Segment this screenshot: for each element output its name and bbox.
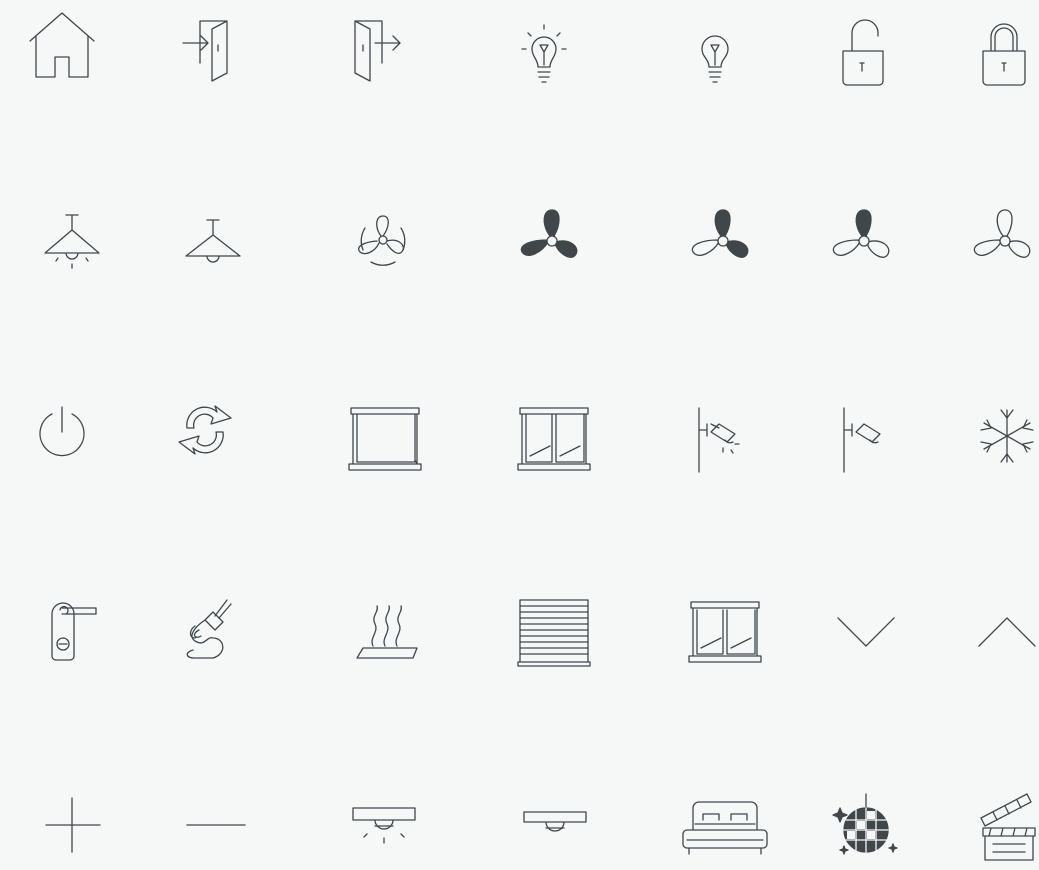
plus-icon[interactable] bbox=[12, 770, 112, 870]
padlock-open-icon[interactable] bbox=[806, 0, 906, 95]
home-icon[interactable] bbox=[12, 0, 112, 95]
refresh-icon[interactable] bbox=[155, 380, 255, 480]
door-enter-icon[interactable] bbox=[155, 0, 255, 95]
wall-spotlight-off-icon[interactable] bbox=[806, 380, 906, 480]
door-hanger-do-not-disturb-icon[interactable] bbox=[12, 572, 112, 672]
padlock-closed-icon[interactable] bbox=[947, 0, 1039, 95]
ceiling-light-on-icon[interactable] bbox=[325, 770, 425, 870]
fan-off-icon[interactable] bbox=[947, 186, 1039, 286]
window-blind-icon[interactable] bbox=[325, 380, 425, 480]
wall-spotlight-on-icon[interactable] bbox=[665, 380, 765, 480]
pendant-lamp-off-icon[interactable] bbox=[155, 186, 255, 286]
heated-floor-icon[interactable] bbox=[325, 572, 425, 672]
chevron-up-icon[interactable] bbox=[947, 572, 1039, 672]
bed-icon[interactable] bbox=[665, 770, 768, 870]
icon-grid bbox=[0, 0, 1039, 861]
door-exit-icon[interactable] bbox=[325, 0, 425, 95]
clapperboard-icon[interactable] bbox=[947, 770, 1039, 870]
minus-icon[interactable] bbox=[155, 770, 255, 870]
disco-ball-icon[interactable] bbox=[806, 770, 906, 870]
light-bulb-off-icon[interactable] bbox=[665, 0, 765, 95]
fan-spinning-icon[interactable] bbox=[325, 186, 425, 286]
window-icon[interactable] bbox=[494, 380, 594, 480]
chevron-down-icon[interactable] bbox=[806, 572, 906, 672]
window-open-icon[interactable] bbox=[665, 572, 765, 672]
light-bulb-on-icon[interactable] bbox=[494, 0, 594, 95]
fan-speed-2-icon[interactable] bbox=[665, 186, 765, 286]
roller-shutter-icon[interactable] bbox=[494, 572, 594, 672]
snowflake-icon[interactable] bbox=[947, 380, 1039, 480]
fan-speed-3-icon[interactable] bbox=[494, 186, 594, 286]
pendant-lamp-on-icon[interactable] bbox=[12, 186, 112, 286]
cleaning-icon[interactable] bbox=[155, 572, 255, 672]
fan-speed-1-icon[interactable] bbox=[806, 186, 906, 286]
power-icon[interactable] bbox=[12, 380, 112, 480]
ceiling-light-off-icon[interactable] bbox=[494, 770, 594, 870]
